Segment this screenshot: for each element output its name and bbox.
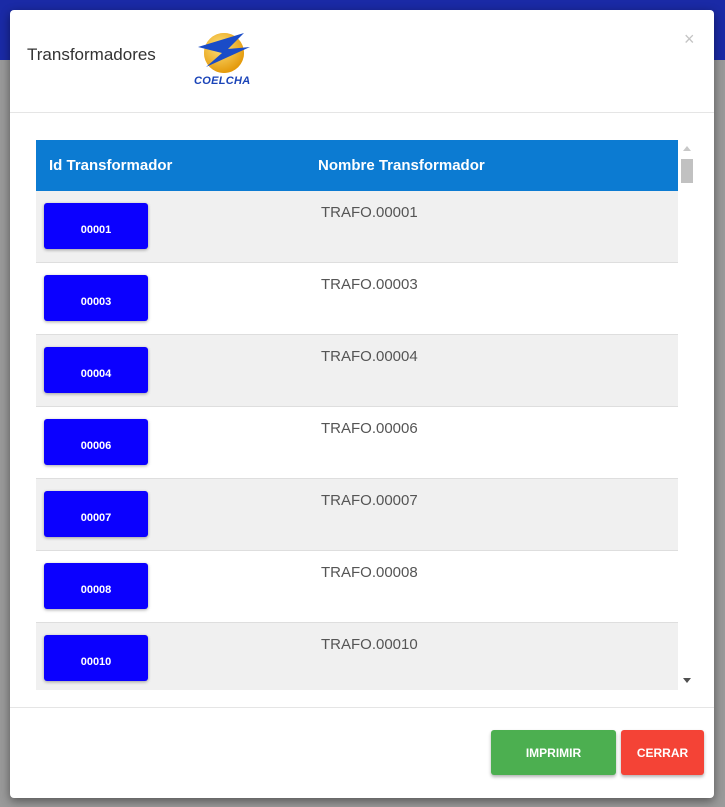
transformer-id-button[interactable]: 00010	[44, 635, 148, 681]
transformer-name: TRAFO.00003	[321, 276, 418, 293]
table-row: 00004 TRAFO.00004	[36, 335, 678, 407]
transformer-name: TRAFO.00010	[321, 636, 418, 653]
table-row: 00007 TRAFO.00007	[36, 479, 678, 551]
transformer-name: TRAFO.00001	[321, 204, 418, 221]
transformer-name: TRAFO.00007	[321, 492, 418, 509]
close-icon[interactable]: ×	[684, 30, 698, 48]
transformer-id-button[interactable]: 00006	[44, 419, 148, 465]
transformer-id-button[interactable]: 00008	[44, 563, 148, 609]
transformer-name: TRAFO.00008	[321, 564, 418, 581]
print-button[interactable]: IMPRIMIR	[491, 730, 616, 775]
scroll-up-arrow-icon[interactable]	[683, 146, 691, 151]
transformer-id-button[interactable]: 00007	[44, 491, 148, 537]
column-header-id: Id Transformador	[49, 157, 173, 174]
transformer-id-button[interactable]: 00001	[44, 203, 148, 249]
table-header: Id Transformador Nombre Transformador	[36, 140, 678, 191]
table-row: 00006 TRAFO.00006	[36, 407, 678, 479]
column-header-name: Nombre Transformador	[318, 157, 485, 174]
logo-text: COELCHA	[194, 75, 251, 87]
coelcha-logo: COELCHA	[184, 27, 264, 91]
modal-footer: IMPRIMIR CERRAR	[10, 707, 714, 798]
modal-title: Transformadores	[27, 45, 156, 64]
modal-header: Transformadores COELCHA ×	[10, 10, 714, 113]
table-row: 00003 TRAFO.00003	[36, 263, 678, 335]
transformer-name: TRAFO.00006	[321, 420, 418, 437]
table-row: 00010 TRAFO.00010	[36, 623, 678, 690]
close-button[interactable]: CERRAR	[621, 730, 704, 775]
transformer-id-button[interactable]: 00003	[44, 275, 148, 321]
table-scrollbar[interactable]	[678, 140, 696, 690]
scroll-down-arrow-icon[interactable]	[683, 678, 691, 683]
transformers-modal: Transformadores COELCHA × Id Transformad…	[10, 10, 714, 798]
scrollbar-thumb[interactable]	[681, 159, 693, 183]
table-row: 00001 TRAFO.00001	[36, 191, 678, 263]
table-row: 00008 TRAFO.00008	[36, 551, 678, 623]
transformer-id-button[interactable]: 00004	[44, 347, 148, 393]
transformers-table: Id Transformador Nombre Transformador 00…	[36, 140, 696, 690]
transformer-name: TRAFO.00004	[321, 348, 418, 365]
table-scroll-area[interactable]: Id Transformador Nombre Transformador 00…	[36, 140, 678, 690]
